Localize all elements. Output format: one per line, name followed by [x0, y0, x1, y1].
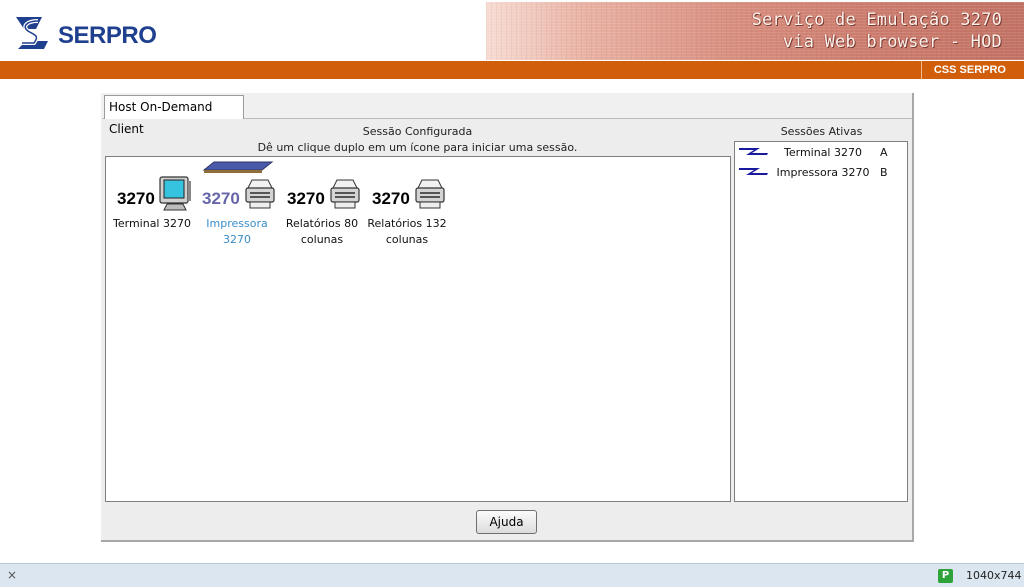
session-icon-relatorios-80[interactable]: 3270 Relatórios 80 colunas [279, 164, 365, 254]
active-session-row[interactable]: Terminal 3270 A [736, 144, 906, 162]
configured-sessions-hint: Dê um clique duplo em um ícone para inic… [257, 141, 578, 154]
close-icon[interactable]: × [7, 568, 17, 582]
lightning-icon [739, 148, 768, 155]
session-number: 3270 [372, 189, 410, 208]
window-size-readout: 1040x744 [966, 569, 1022, 582]
session-label-line2: 3270 [223, 233, 251, 246]
session-graphic: 3270 [279, 164, 365, 214]
printer-icon [415, 179, 445, 209]
active-session-letter: B [880, 166, 888, 179]
session-icon-terminal-3270[interactable]: 3270 Terminal 3270 [109, 164, 195, 254]
active-sessions-title: Sessões Ativas [780, 125, 863, 138]
page-badge-icon[interactable]: P [938, 569, 953, 583]
active-session-name: Terminal 3270 [784, 146, 862, 159]
header: SERPRO Serviço de Emulação 3270 via Web … [0, 0, 1024, 61]
session-graphic: 3270 [194, 161, 280, 214]
page: SERPRO Serviço de Emulação 3270 via Web … [0, 0, 1024, 587]
session-label: Impressora [206, 217, 268, 230]
session-graphic: 3270 [109, 164, 195, 214]
banner: Serviço de Emulação 3270 via Web browser… [486, 2, 1024, 60]
banner-subtitle: via Web browser - HOD [782, 32, 1002, 52]
orange-bar [0, 61, 1024, 79]
session-icon-impressora-3270[interactable]: 3270 Impressora 3270 [194, 161, 280, 254]
session-label-line2: colunas [300, 233, 344, 246]
serpro-s-icon [16, 17, 48, 49]
session-label: Relatórios 80 [285, 217, 359, 230]
logo-text: SERPRO [58, 22, 157, 49]
configured-sessions-title: Sessão Configurada [362, 125, 473, 138]
session-number: 3270 [287, 189, 325, 208]
serpro-logo[interactable]: SERPRO [14, 13, 157, 53]
session-number: 3270 [202, 189, 240, 208]
lightning-icon [739, 168, 768, 175]
session-icon-relatorios-132[interactable]: 3270 Relatórios 132 colunas [364, 164, 450, 254]
banner-title: Serviço de Emulação 3270 [751, 10, 1002, 30]
printer-icon [330, 179, 360, 209]
monitor-icon [159, 176, 191, 211]
brand-badge[interactable]: CSS SERPRO [920, 61, 1016, 79]
session-label-line2: colunas [385, 233, 429, 246]
help-button[interactable]: Ajuda [476, 510, 537, 534]
session-label: Terminal 3270 [113, 217, 191, 230]
session-label: Relatórios 132 [367, 217, 447, 230]
tab-host-on-demand-client[interactable]: Host On-Demand Client [104, 95, 244, 136]
session-graphic: 3270 [364, 164, 450, 214]
active-session-row[interactable]: Impressora 3270 B [736, 164, 906, 182]
active-sessions-panel [734, 141, 908, 502]
selection-highlight-icon [202, 161, 274, 173]
printer-icon [245, 179, 275, 209]
active-session-name: Impressora 3270 [776, 166, 870, 179]
active-session-letter: A [880, 146, 888, 159]
session-number: 3270 [117, 189, 155, 208]
status-bar: × P 1040x744 [0, 563, 1024, 587]
